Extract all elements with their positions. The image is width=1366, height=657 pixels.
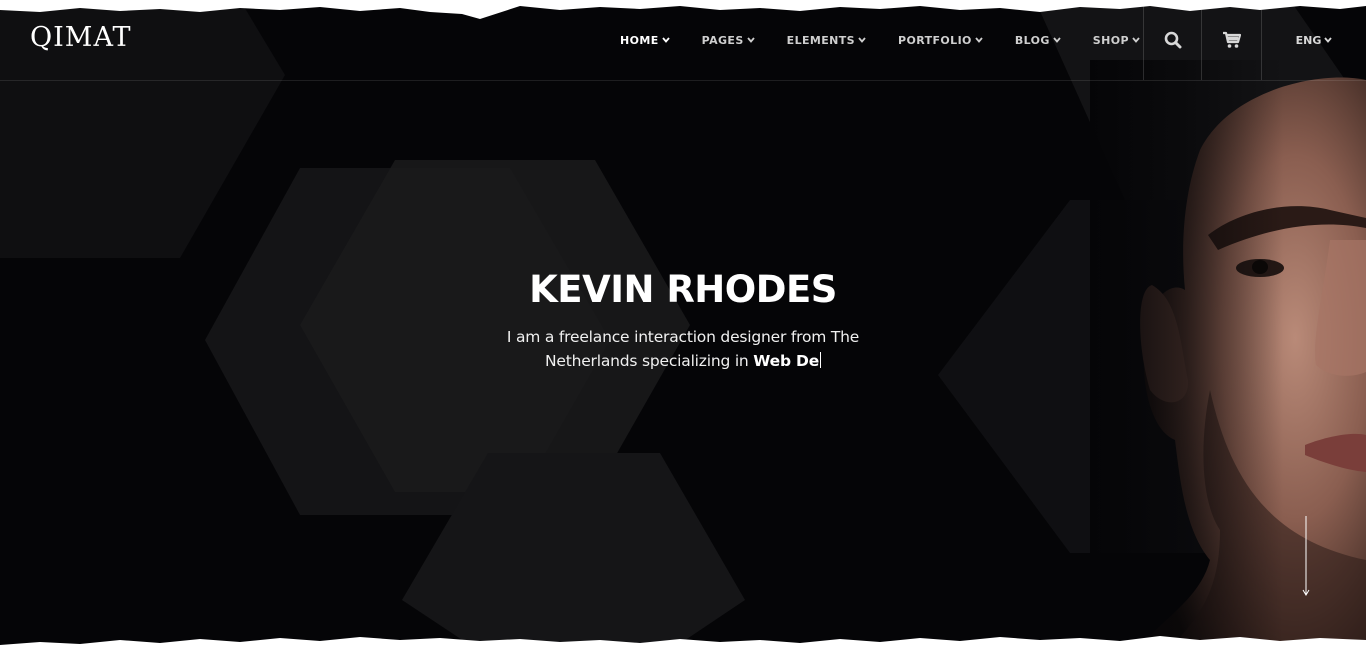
site-logo[interactable]: QIMAT xyxy=(30,22,131,53)
nav-item-label: HOME xyxy=(620,33,659,47)
cart-icon xyxy=(1223,31,1241,48)
chevron-down-icon xyxy=(975,37,983,43)
search-icon xyxy=(1164,31,1181,49)
nav-item-label: SHOP xyxy=(1092,33,1129,47)
language-selector[interactable]: ENG xyxy=(1261,0,1366,80)
nav-item-label: PORTFOLIO xyxy=(898,33,972,47)
nav-item-elements[interactable]: ELEMENTS xyxy=(771,31,882,49)
hero-subtitle: I am a freelance interaction designer fr… xyxy=(483,325,883,373)
nav-item-blog[interactable]: BLOG xyxy=(999,31,1077,49)
chevron-down-icon xyxy=(1053,37,1061,43)
nav-item-label: BLOG xyxy=(1014,33,1050,47)
portrait-image xyxy=(1090,60,1366,657)
hero-section: QIMAT HOME PAGES ELEMENTS PORTFOLIO BLOG xyxy=(0,0,1366,657)
nav-item-label: PAGES xyxy=(701,33,744,47)
nav-item-portfolio[interactable]: PORTFOLIO xyxy=(882,31,999,49)
chevron-down-icon xyxy=(661,37,670,43)
typed-text: Web De xyxy=(753,352,820,370)
main-menu: HOME PAGES ELEMENTS PORTFOLIO BLOG SHOP xyxy=(604,31,1156,49)
nav-item-home[interactable]: HOME xyxy=(604,31,686,49)
chevron-down-icon xyxy=(746,37,755,43)
hero-title: KEVIN RHODES xyxy=(529,268,837,311)
torn-paper-bottom-edge xyxy=(0,636,1366,657)
search-button[interactable] xyxy=(1143,0,1201,80)
nav-item-pages[interactable]: PAGES xyxy=(686,31,771,49)
scroll-down-arrow-icon[interactable] xyxy=(1300,516,1312,598)
chevron-down-icon xyxy=(1324,37,1333,43)
header-navbar: QIMAT HOME PAGES ELEMENTS PORTFOLIO BLOG xyxy=(0,0,1366,81)
language-label: ENG xyxy=(1295,33,1322,47)
chevron-down-icon xyxy=(858,37,866,43)
cart-button[interactable] xyxy=(1201,0,1261,80)
typing-cursor xyxy=(820,352,822,368)
nav-item-label: ELEMENTS xyxy=(786,33,855,47)
chevron-down-icon xyxy=(1132,37,1140,43)
